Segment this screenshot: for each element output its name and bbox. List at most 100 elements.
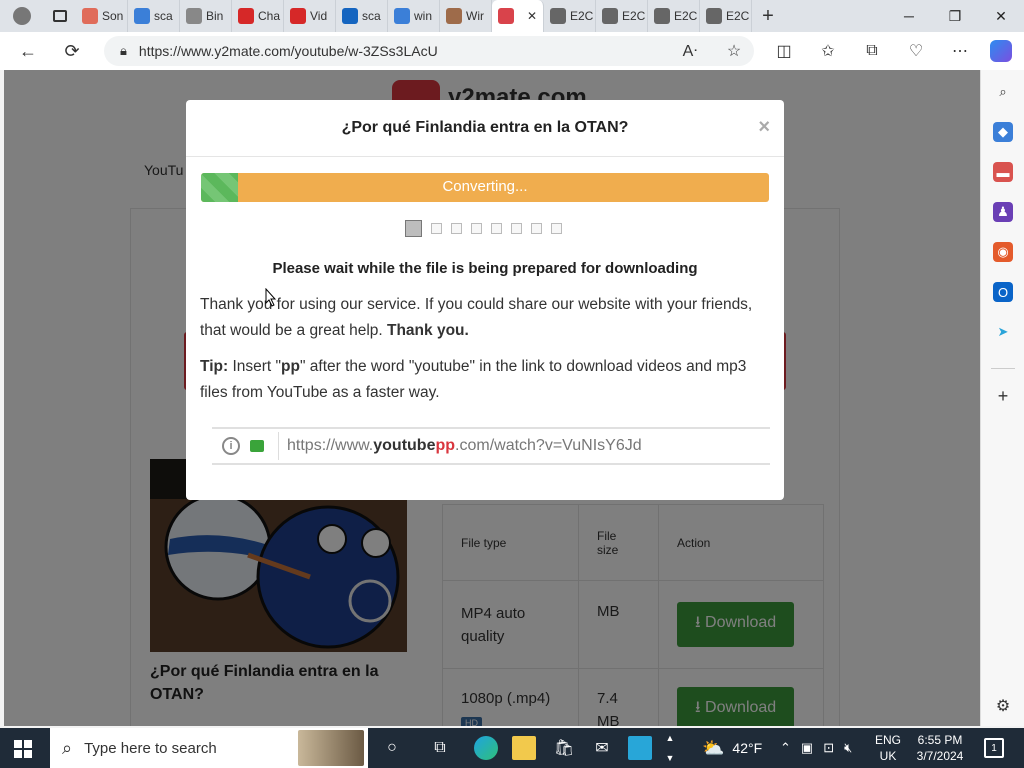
modal-header: ¿Por qué Finlandia entra en la OTAN? × (186, 100, 784, 157)
clock-date: 3/7/2024 (916, 749, 964, 763)
tab-strip: Son sca Bin Cha Vid sca win Wir ✕ E2C E2C E2C E2C + (0, 0, 1024, 32)
copilot-icon[interactable] (990, 40, 1012, 62)
add-sidebar-app-icon[interactable]: + (993, 386, 1013, 406)
clock-time: 6:55 PM (917, 733, 963, 747)
weather-icon[interactable]: ⛅ (702, 738, 724, 759)
tab-favicon-icon (550, 8, 566, 24)
overflow-scroll[interactable]: ▲ ▼ (664, 728, 676, 768)
loader-square (451, 223, 462, 234)
search-icon: ⌕ (62, 737, 73, 758)
tab-label: Vid (310, 9, 328, 23)
mail-icon[interactable]: ✉ (590, 736, 614, 760)
weather-temp[interactable]: 42°F (732, 740, 762, 756)
info-icon: i (222, 437, 240, 455)
edge-sidebar: ⌕ ◆ ▬ ♟ ◉ O ➤ + ⚙ (980, 70, 1024, 726)
shopping-icon[interactable]: ◆ (993, 122, 1013, 142)
tab-favicon-icon (186, 8, 202, 24)
url-text: https://www.y2mate.com/youtube/w-3ZSs3LA… (138, 43, 438, 59)
tab-label: E2C (622, 9, 646, 23)
games-icon[interactable]: ♟ (993, 202, 1013, 222)
office-icon[interactable]: ◉ (993, 242, 1013, 262)
favorites-icon[interactable]: ✩ (806, 41, 850, 61)
browser-tab[interactable]: E2C (544, 0, 596, 32)
tab-favicon-icon (706, 8, 722, 24)
thanks-bold: Thank you. (387, 322, 469, 339)
browser-tab[interactable]: E2C (700, 0, 752, 32)
browser-tab[interactable]: sca (336, 0, 388, 32)
browser-tab[interactable]: win (388, 0, 440, 32)
tip-pp: pp (281, 358, 300, 375)
address-bar-row: ← ⟳ 🔒︎ https://www.y2mate.com/youtube/w-… (0, 32, 1024, 70)
tab-close-icon[interactable]: ✕ (527, 9, 537, 23)
maximize-button[interactable]: ❐ (932, 0, 978, 32)
search-highlight-image (298, 730, 364, 766)
loader-square (471, 223, 482, 234)
tab-actions-icon[interactable] (44, 0, 76, 32)
network-icon[interactable]: ⊡ (823, 740, 834, 756)
browser-tab[interactable]: Son (76, 0, 128, 32)
volume-icon[interactable]: 🔇︎ (844, 740, 852, 756)
tab-favicon-icon (134, 8, 150, 24)
split-screen-icon[interactable]: ◫ (762, 41, 806, 61)
collections-icon[interactable]: ⧉ (850, 42, 894, 60)
tab-favicon-icon (498, 8, 514, 24)
read-aloud-icon[interactable]: Aᐧ (668, 41, 712, 61)
tools-icon[interactable]: ▬ (993, 162, 1013, 182)
more-menu-icon[interactable]: ⋯ (938, 41, 982, 61)
clock[interactable]: 6:55 PM 3/7/2024 (912, 732, 968, 764)
progress-bar: Converting... (201, 173, 769, 202)
browser-tab[interactable]: Vid (284, 0, 336, 32)
browser-tab[interactable]: Bin (180, 0, 232, 32)
loading-indicator (405, 220, 562, 237)
cortana-icon[interactable]: ○ (380, 736, 404, 760)
tab-label: Bin (206, 9, 224, 23)
minimize-button[interactable]: ─ (886, 0, 932, 32)
tab-favicon-icon (654, 8, 670, 24)
telegram-icon[interactable]: ➤ (993, 322, 1013, 342)
search-placeholder: Type here to search (84, 739, 217, 757)
tab-label: Son (102, 9, 124, 23)
browser-tab[interactable]: Cha (232, 0, 284, 32)
browser-tab[interactable]: Wir (440, 0, 492, 32)
tab-favicon-icon (394, 8, 410, 24)
url-field[interactable]: 🔒︎ https://www.y2mate.com/youtube/w-3ZSs… (104, 36, 754, 66)
profile-icon[interactable] (0, 0, 44, 32)
close-window-button[interactable]: ✕ (978, 0, 1024, 32)
show-hidden-icons[interactable]: ⌃ (780, 740, 791, 756)
outlook-icon[interactable]: O (993, 282, 1013, 302)
taskbar-search-box[interactable]: ⌕ Type here to search (50, 728, 368, 768)
search-icon[interactable]: ⌕ (993, 82, 1013, 102)
device-icon[interactable]: ▣ (801, 740, 813, 756)
performance-icon[interactable]: ♡ (894, 41, 938, 61)
refresh-button[interactable]: ⟳ (54, 33, 90, 69)
app-icon[interactable] (628, 736, 652, 760)
lock-icon: 🔒︎ (120, 43, 127, 58)
favorite-star-icon[interactable]: ☆ (712, 41, 756, 61)
browser-tab[interactable]: E2C (596, 0, 648, 32)
tab-label: win (414, 9, 433, 23)
browser-tab[interactable]: E2C (648, 0, 700, 32)
tab-label: E2C (674, 9, 698, 23)
loader-square (551, 223, 562, 234)
back-button[interactable]: ← (10, 33, 46, 69)
task-view-icon[interactable]: ⧉ (428, 736, 452, 760)
tab-favicon-icon (82, 8, 98, 24)
loader-square (511, 223, 522, 234)
language-indicator[interactable]: ENG UK (874, 732, 902, 764)
tab-favicon-icon (290, 8, 306, 24)
browser-tab[interactable]: ✕ (492, 0, 544, 32)
tab-label: sca (362, 9, 381, 23)
sidebar-settings-icon[interactable]: ⚙ (993, 696, 1013, 716)
windows-start-icon[interactable] (14, 740, 32, 758)
tab-label: sca (154, 9, 173, 23)
modal-close-button[interactable]: × (758, 116, 770, 139)
new-tab-button[interactable]: + (752, 0, 784, 32)
file-explorer-icon[interactable] (512, 736, 536, 760)
mouse-cursor-icon (265, 288, 277, 307)
store-icon[interactable]: 🛍︎ (552, 736, 576, 760)
notification-icon[interactable]: 1 (984, 738, 1004, 758)
tab-favicon-icon (342, 8, 358, 24)
browser-tab[interactable]: sca (128, 0, 180, 32)
edge-taskbar-icon[interactable] (474, 736, 498, 760)
tab-label: E2C (726, 9, 750, 23)
